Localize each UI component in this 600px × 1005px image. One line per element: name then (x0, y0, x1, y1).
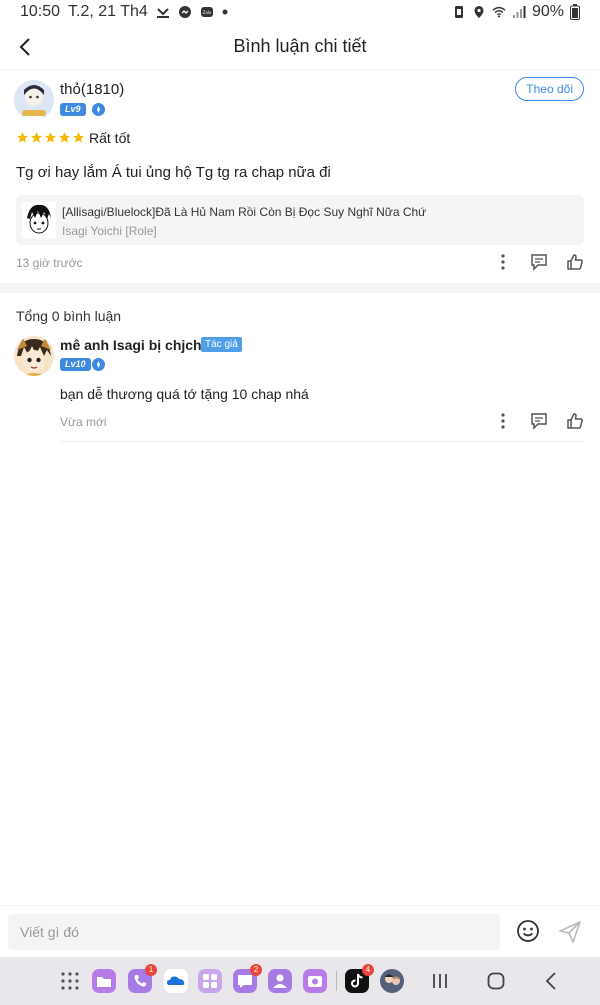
book-card[interactable]: [Allisagi/Bluelock]Đã Là Hủ Nam Rồi Còn … (16, 195, 584, 245)
comment-composer (0, 905, 600, 957)
status-date: T.2, 21 Th4 (68, 3, 148, 20)
book-cover (22, 202, 56, 238)
review-time: 13 giờ trước (16, 256, 83, 270)
book-title: [Allisagi/Bluelock]Đã Là Hủ Nam Rồi Còn … (62, 205, 427, 219)
more-options-button[interactable] (492, 410, 514, 432)
tiktok-app-icon[interactable]: 4 (345, 964, 374, 993)
comments-total: Tổng 0 bình luận (16, 308, 122, 324)
star-icon (17, 132, 28, 143)
avatar-image (14, 80, 54, 120)
messages-app-icon[interactable]: 2 (233, 964, 262, 993)
comment-icon (531, 413, 547, 430)
level-badge: Lv9 (60, 103, 86, 116)
recents-icon[interactable] (428, 969, 452, 993)
section-divider (0, 283, 600, 293)
notification-badge: 1 (145, 964, 157, 976)
thumbs-up-icon (567, 413, 583, 429)
battery-percent: 90% (531, 3, 564, 20)
more-vertical-icon (501, 254, 505, 270)
page-header: Bình luận chi tiết (0, 24, 600, 70)
notification-badge: 4 (362, 964, 374, 976)
more-vertical-icon (501, 413, 505, 429)
star-rating (16, 131, 85, 144)
book-subtitle: Isagi Yoichi [Role] (62, 224, 157, 238)
comment-username[interactable]: mê anh Isagi bị chjch (60, 337, 202, 353)
battery-icon (570, 4, 580, 20)
star-icon (73, 132, 84, 143)
wifi-icon (492, 6, 506, 18)
signal-icon (512, 6, 526, 18)
onedrive-app-icon[interactable] (164, 969, 188, 993)
home-icon[interactable] (484, 969, 508, 993)
contacts-app-icon[interactable] (268, 969, 292, 993)
review-text: Tg ơi hay lắm Á tui ủng hộ Tg tg ra chap… (16, 164, 331, 181)
level-badge: Lv10 (60, 358, 91, 371)
star-icon (59, 132, 70, 143)
zalo-icon: Zalo (200, 7, 213, 17)
comment-input[interactable] (8, 914, 500, 950)
like-button[interactable] (564, 251, 586, 273)
star-icon (31, 132, 42, 143)
back-button[interactable] (10, 32, 40, 62)
recent-app-icon[interactable] (380, 969, 404, 993)
thumbs-up-icon (567, 254, 583, 270)
page-title: Bình luận chi tiết (233, 36, 367, 56)
dock-separator (336, 971, 337, 991)
missed-call-icon (156, 8, 169, 18)
vip-badge-icon (92, 103, 105, 116)
app-drawer-icon[interactable] (58, 969, 82, 993)
camera-app-icon[interactable] (303, 969, 327, 993)
like-button[interactable] (564, 410, 586, 432)
battery-saver-icon (454, 6, 463, 18)
status-bar: 10:50 T.2, 21 Th4 Zalo 90% (0, 0, 600, 24)
comment-time: Vừa mới (60, 415, 107, 429)
reply-button[interactable] (528, 251, 550, 273)
emoji-icon[interactable] (516, 919, 540, 943)
notification-badge: 2 (250, 964, 262, 976)
avatar[interactable] (14, 336, 54, 376)
files-app-icon[interactable] (92, 969, 116, 993)
reply-button[interactable] (528, 410, 550, 432)
star-icon (45, 132, 56, 143)
comment-icon (531, 254, 547, 271)
comment-divider (60, 441, 584, 442)
review-username[interactable]: thỏ(1810) (60, 81, 124, 98)
location-icon (474, 6, 484, 18)
svg-text:Zalo: Zalo (202, 10, 211, 15)
follow-button[interactable]: Theo dõi (515, 77, 584, 101)
rating-label: Rất tốt (89, 130, 131, 146)
back-nav-icon[interactable] (540, 969, 564, 993)
phone-app-icon[interactable]: 1 (128, 964, 157, 993)
avatar[interactable] (14, 80, 54, 120)
author-tag: Tác giả (201, 337, 242, 352)
dot-icon (222, 9, 228, 15)
send-icon[interactable] (558, 920, 582, 944)
avatar-image (14, 336, 54, 376)
more-options-button[interactable] (492, 251, 514, 273)
messenger-icon (178, 6, 191, 18)
vip-badge-icon (92, 358, 105, 371)
app-folder-icon[interactable] (198, 969, 222, 993)
chevron-left-icon (19, 38, 30, 56)
system-nav-bar: 1 2 4 (0, 957, 600, 1005)
comment-text: bạn dễ thương quá tớ tặng 10 chap nhá (60, 386, 309, 402)
status-time: 10:50 (20, 3, 61, 20)
